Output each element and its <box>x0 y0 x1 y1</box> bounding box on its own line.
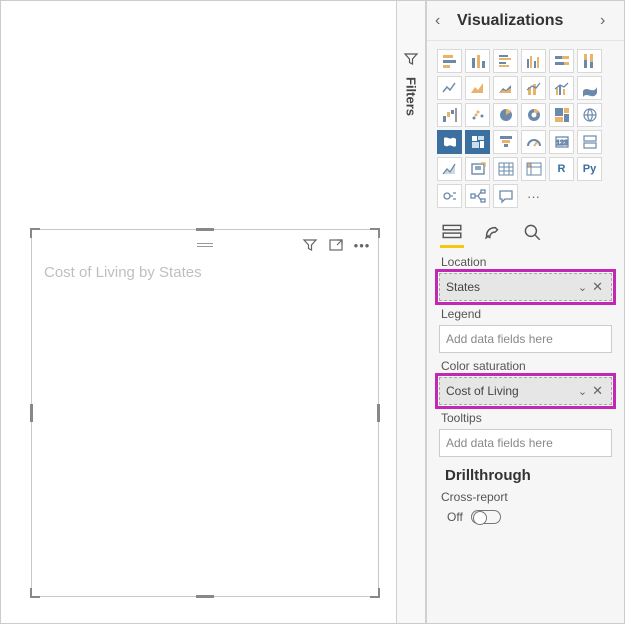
viz-100-stacked-column-icon[interactable] <box>577 49 602 73</box>
viz-map-icon[interactable] <box>577 103 602 127</box>
viz-area-icon[interactable] <box>465 76 490 100</box>
well-label-legend: Legend <box>441 307 612 321</box>
resize-handle-left[interactable] <box>30 404 33 422</box>
well-color-saturation-value: Cost of Living <box>446 384 519 398</box>
viz-r-script-icon[interactable]: R <box>549 157 574 181</box>
viz-line-stacked-column-icon[interactable] <box>521 76 546 100</box>
viz-qa-icon[interactable] <box>493 184 518 208</box>
resize-handle-br[interactable] <box>370 588 380 598</box>
visualizations-pane: ‹ Visualizations › <box>426 1 624 623</box>
report-canvas[interactable]: ••• Cost of Living by States <box>1 1 396 623</box>
viz-shape-map-icon[interactable] <box>465 130 490 154</box>
viz-stacked-bar-icon[interactable] <box>437 49 462 73</box>
well-label-tooltips: Tooltips <box>441 411 612 425</box>
viz-treemap-icon[interactable] <box>549 103 574 127</box>
viz-card-icon[interactable]: 123 <box>549 130 574 154</box>
remove-field-icon[interactable]: ✕ <box>590 383 605 399</box>
viz-table-icon[interactable] <box>493 157 518 181</box>
filters-pane-collapsed[interactable]: Filters <box>396 1 426 623</box>
viz-waterfall-icon[interactable] <box>437 103 462 127</box>
visual-frame-filled-map[interactable]: ••• Cost of Living by States <box>31 229 379 597</box>
svg-text:123: 123 <box>556 140 568 147</box>
viz-clustered-bar-icon[interactable] <box>493 49 518 73</box>
viz-python-icon[interactable]: Py <box>577 157 602 181</box>
viz-clustered-column-icon[interactable] <box>521 49 546 73</box>
more-icon[interactable]: ••• <box>354 237 370 253</box>
well-legend-placeholder: Add data fields here <box>446 332 553 346</box>
viz-more-icon[interactable]: ··· <box>521 184 546 208</box>
chevron-down-icon[interactable]: ⌄ <box>575 385 590 398</box>
filter-icon[interactable] <box>302 237 318 253</box>
well-tooltips-placeholder: Add data fields here <box>446 436 553 450</box>
toggle-state-label: Off <box>447 510 463 524</box>
viz-scatter-icon[interactable] <box>465 103 490 127</box>
viz-kpi-icon[interactable] <box>437 157 462 181</box>
well-color-saturation[interactable]: Cost of Living ⌄ ✕ <box>439 377 612 405</box>
cross-report-label: Cross-report <box>427 490 624 504</box>
pane-tabs <box>427 215 624 245</box>
viz-stacked-area-icon[interactable] <box>493 76 518 100</box>
filters-pane-label: Filters <box>404 77 419 116</box>
viz-ribbon-icon[interactable] <box>577 76 602 100</box>
focus-mode-icon[interactable] <box>328 237 344 253</box>
field-wells: Location States ⌄ ✕ Legend Add data fiel… <box>427 245 624 457</box>
resize-handle-bottom[interactable] <box>196 595 214 598</box>
tab-fields-icon[interactable] <box>441 221 463 243</box>
well-legend[interactable]: Add data fields here <box>439 325 612 353</box>
well-label-location: Location <box>441 255 612 269</box>
remove-field-icon[interactable]: ✕ <box>590 279 605 295</box>
well-label-color-saturation: Color saturation <box>441 359 612 373</box>
visual-gallery: 123 R Py ··· <box>427 41 624 215</box>
viz-stacked-column-icon[interactable] <box>465 49 490 73</box>
viz-donut-icon[interactable] <box>521 103 546 127</box>
resize-handle-bl[interactable] <box>30 588 40 598</box>
viz-decomposition-tree-icon[interactable] <box>465 184 490 208</box>
viz-matrix-icon[interactable] <box>521 157 546 181</box>
viz-pie-icon[interactable] <box>493 103 518 127</box>
viz-multi-row-card-icon[interactable] <box>577 130 602 154</box>
viz-filled-map-icon[interactable] <box>437 130 462 154</box>
visual-title: Cost of Living by States <box>44 264 202 281</box>
drag-grip-icon[interactable] <box>197 243 213 247</box>
viz-line-clustered-column-icon[interactable] <box>549 76 574 100</box>
viz-line-icon[interactable] <box>437 76 462 100</box>
tab-analytics-icon[interactable] <box>521 221 543 243</box>
viz-funnel-icon[interactable] <box>493 130 518 154</box>
drillthrough-title: Drillthrough <box>427 457 624 490</box>
collapse-left-icon[interactable]: ‹ <box>435 12 451 30</box>
collapse-right-icon[interactable]: › <box>600 12 616 30</box>
chevron-down-icon[interactable]: ⌄ <box>575 281 590 294</box>
cross-report-toggle-row: Off <box>427 504 624 524</box>
well-location[interactable]: States ⌄ ✕ <box>439 273 612 301</box>
pane-title: Visualizations <box>451 12 600 30</box>
viz-slicer-icon[interactable] <box>465 157 490 181</box>
well-location-value: States <box>446 280 480 294</box>
pane-header: ‹ Visualizations › <box>427 1 624 41</box>
cross-report-toggle[interactable] <box>471 510 501 524</box>
resize-handle-right[interactable] <box>377 404 380 422</box>
viz-gauge-icon[interactable] <box>521 130 546 154</box>
well-tooltips[interactable]: Add data fields here <box>439 429 612 457</box>
viz-key-influencers-icon[interactable] <box>437 184 462 208</box>
tab-format-icon[interactable] <box>481 221 503 243</box>
viz-100-stacked-bar-icon[interactable] <box>549 49 574 73</box>
filter-icon[interactable] <box>403 51 419 67</box>
visual-header: ••• <box>32 230 378 260</box>
